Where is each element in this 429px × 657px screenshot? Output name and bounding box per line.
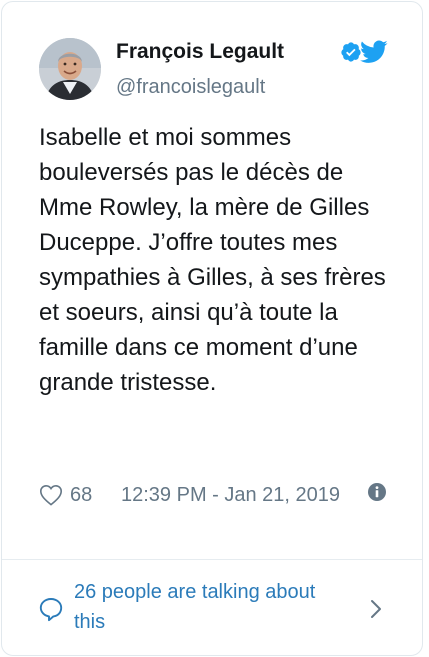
- avatar-image: [39, 38, 101, 100]
- author-handle[interactable]: @francoislegault: [116, 76, 265, 99]
- chevron-right-icon: [371, 600, 381, 618]
- info-icon[interactable]: [367, 482, 387, 502]
- avatar[interactable]: [39, 38, 101, 100]
- like-count: 68: [70, 483, 93, 506]
- twitter-bird-icon[interactable]: [360, 40, 388, 64]
- tweet-timestamp[interactable]: 12:39 PM - Jan 21, 2019: [121, 481, 361, 510]
- tweet-card: François Legault @francoislegault Isabel…: [1, 1, 423, 656]
- conversation-label: 26 people are talking about this: [74, 581, 316, 633]
- author-name[interactable]: François Legault: [116, 40, 284, 64]
- tweet-text: Isabelle et moi sommes bouleversés pas l…: [39, 124, 386, 396]
- conversation-link[interactable]: 26 people are talking about this: [2, 560, 422, 656]
- verified-badge-icon: [341, 42, 361, 62]
- heart-icon: [39, 484, 63, 506]
- speech-bubble-icon: [39, 598, 63, 622]
- like-button[interactable]: 68: [39, 480, 129, 510]
